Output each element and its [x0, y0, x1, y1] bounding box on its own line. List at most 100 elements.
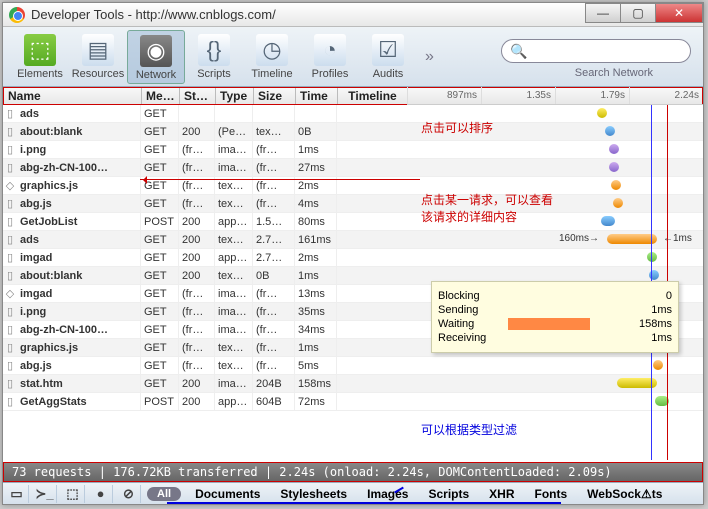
cell-name: graphics.js [17, 339, 141, 357]
table-row[interactable]: ▯ abg-zh-CN-100… GET (fr… ima… (fr… 27ms [3, 159, 703, 177]
cell-timeline [407, 213, 703, 231]
tab-audits[interactable]: ☑Audits [359, 30, 417, 84]
table-row[interactable]: ▯ i.png GET (fr… ima… (fr… 1ms [3, 141, 703, 159]
cell-time: 0B [295, 123, 337, 141]
inspect-button[interactable]: ⬚ [61, 485, 85, 503]
cell-size: 2.7… [253, 231, 295, 249]
filter-documents[interactable]: Documents [195, 487, 260, 501]
filter-fonts[interactable]: Fonts [535, 487, 568, 501]
table-row[interactable]: ▯ abg.js GET (fr… tex… (fr… 5ms [3, 357, 703, 375]
cell-size: (fr… [253, 357, 295, 375]
cell-method: GET [141, 141, 179, 159]
tab-timeline[interactable]: ◷Timeline [243, 30, 301, 84]
col-size[interactable]: Size [254, 88, 296, 104]
tab-network[interactable]: ◉Network [127, 30, 185, 84]
cell-size: 2.7… [253, 249, 295, 267]
search-box[interactable]: 🔍 [501, 39, 691, 63]
table-row[interactable]: ▯ imgad GET 200 app… 2.7… 2ms [3, 249, 703, 267]
cell-type: app… [215, 213, 253, 231]
file-icon: ▯ [3, 161, 17, 174]
timing-bar [609, 144, 619, 154]
cell-status: (fr… [179, 339, 215, 357]
cell-method: GET [141, 105, 179, 123]
cell-type: tex… [215, 267, 253, 285]
cell-size: (fr… [253, 141, 295, 159]
cell-name: about:blank [17, 267, 141, 285]
chevron-right-icon[interactable]: » [425, 48, 434, 66]
tab-resources[interactable]: ▤Resources [69, 30, 127, 84]
cell-name: ads [17, 231, 141, 249]
cell-size: (fr… [253, 321, 295, 339]
cell-status: 200 [179, 267, 215, 285]
table-row[interactable]: ▯ abg.js GET (fr… tex… (fr… 4ms [3, 195, 703, 213]
main-toolbar: ⬚Elements ▤Resources ◉Network {}Scripts … [3, 27, 703, 87]
table-row[interactable]: ▯ about:blank GET 200 (Pe… tex… 0B [3, 123, 703, 141]
tab-profiles[interactable]: ◔Profiles [301, 30, 359, 84]
col-method[interactable]: Me… [142, 88, 180, 104]
filter-websockets[interactable]: WebSock⚠ts [587, 487, 662, 501]
search-input[interactable] [533, 44, 673, 58]
cell-status: 200 [179, 213, 215, 231]
console-button[interactable]: ≻_ [33, 485, 57, 503]
close-button[interactable]: ✕ [655, 3, 703, 23]
cell-timeline [407, 249, 703, 267]
file-icon: ▯ [3, 341, 17, 354]
filter-xhr[interactable]: XHR [489, 487, 514, 501]
table-body: ▯ ads GET ▯ about:blank GET 200 (Pe… tex… [3, 105, 703, 411]
col-timeline[interactable]: Timeline [338, 88, 408, 104]
dock-button[interactable]: ▭ [5, 485, 29, 503]
search-label: Search Network [575, 67, 653, 79]
cell-name: abg-zh-CN-100… [17, 321, 141, 339]
cell-method: POST [141, 213, 179, 231]
cell-name: i.png [17, 303, 141, 321]
table-row[interactable]: ▯ GetJobList POST 200 app… 1.5… 80ms [3, 213, 703, 231]
cell-method: GET [141, 357, 179, 375]
table-row[interactable]: ▯ ads GET 200 tex… 2.7… 161ms 160ms→←1ms [3, 231, 703, 249]
cell-name: stat.htm [17, 375, 141, 393]
cell-time: 34ms [295, 321, 337, 339]
elements-icon: ⬚ [24, 34, 56, 66]
clear-button[interactable]: ⊘ [117, 485, 141, 503]
col-time[interactable]: Time [296, 88, 338, 104]
record-button[interactable]: ● [89, 485, 113, 503]
file-icon: ▯ [3, 125, 17, 138]
status-bar: 73 requests | 176.72KB transferred | 2.2… [3, 462, 703, 482]
cell-name: ads [17, 105, 141, 123]
cell-time: 1ms [295, 339, 337, 357]
tab-elements[interactable]: ⬚Elements [11, 30, 69, 84]
col-name[interactable]: Name [4, 88, 142, 104]
scripts-icon: {} [198, 34, 230, 66]
table-row[interactable]: ▯ stat.htm GET 200 ima… 204B 158ms [3, 375, 703, 393]
table-row[interactable]: ▯ GetAggStats POST 200 app… 604B 72ms [3, 393, 703, 411]
tab-scripts[interactable]: {}Scripts [185, 30, 243, 84]
maximize-button[interactable]: ▢ [620, 3, 656, 23]
arrow-detail [140, 179, 420, 180]
cell-name: abg-zh-CN-100… [17, 159, 141, 177]
cell-time: 80ms [295, 213, 337, 231]
file-icon: ▯ [3, 323, 17, 336]
cell-timeline: 160ms→←1ms [407, 231, 703, 249]
col-type[interactable]: Type [216, 88, 254, 104]
chrome-icon [9, 7, 25, 23]
timing-bar [613, 198, 623, 208]
col-status[interactable]: St… [180, 88, 216, 104]
cell-timeline [407, 393, 703, 411]
table-row[interactable]: ▯ ads GET [3, 105, 703, 123]
cell-timeline [407, 123, 703, 141]
timing-bar [647, 252, 657, 262]
timeline-ruler: 897ms 1.35s 1.79s 2.24s [407, 87, 703, 105]
filter-all[interactable]: All [147, 487, 181, 501]
cell-name: GetJobList [17, 213, 141, 231]
cell-timeline [407, 357, 703, 375]
cell-status: (fr… [179, 159, 215, 177]
cell-type: app… [215, 249, 253, 267]
cell-size: 604B [253, 393, 295, 411]
audits-icon: ☑ [372, 34, 404, 66]
minimize-button[interactable]: — [585, 3, 621, 23]
filter-scripts[interactable]: Scripts [428, 487, 469, 501]
cell-type: app… [215, 393, 253, 411]
cell-status: (fr… [179, 195, 215, 213]
filter-stylesheets[interactable]: Stylesheets [280, 487, 347, 501]
cell-size: (fr… [253, 303, 295, 321]
cell-size: 204B [253, 375, 295, 393]
